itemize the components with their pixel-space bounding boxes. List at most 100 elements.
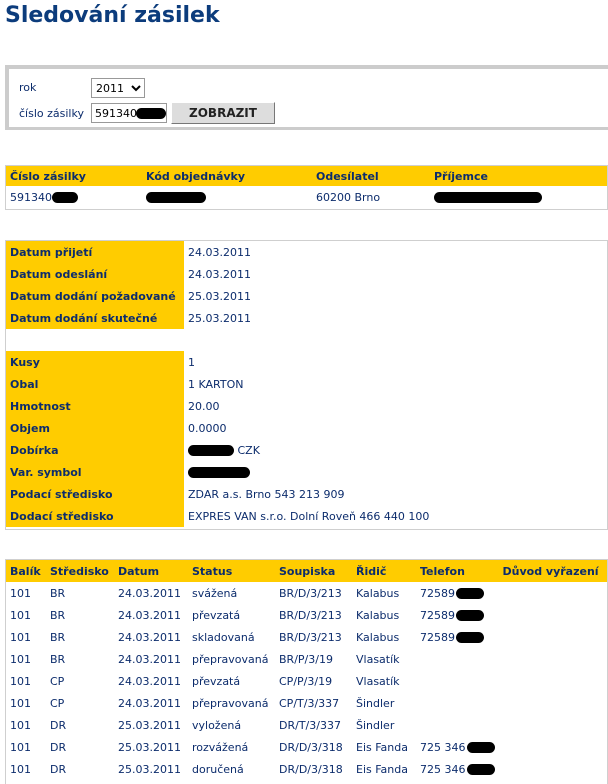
list-cell: BR/D/3/213 — [275, 604, 352, 626]
summary-panel: Číslo zásilky Kód objednávky Odesílatel … — [5, 165, 608, 210]
detail-row: Kusy 1 — [6, 351, 607, 373]
parcel-value: 101 — [10, 718, 31, 732]
center-value: CP — [50, 674, 65, 688]
detail-value: 25.03.2011 — [188, 289, 251, 303]
phone-cell — [416, 714, 499, 736]
status-cell: přepravovaná — [188, 648, 275, 670]
parcel-cell: 101 — [6, 736, 46, 758]
redaction — [146, 192, 206, 203]
list-cell: CP/T/3/337 — [275, 692, 352, 714]
detail-row: Podací středisko ZDAR a.s. Brno 543 213 9… — [6, 483, 607, 505]
center-cell: BR — [46, 648, 114, 670]
parcel-cell: 101 — [6, 582, 46, 604]
status-value: skladovaná — [192, 630, 255, 644]
col-center: Středisko — [46, 560, 114, 582]
weight-value: 20.00 — [188, 399, 220, 413]
phone-value: 725 346 — [420, 740, 466, 754]
phone-value: 72589 — [420, 630, 455, 644]
order-code-cell — [142, 186, 312, 208]
date-value: 24.03.2011 — [118, 608, 181, 622]
reason-cell — [499, 692, 608, 714]
reason-cell — [499, 736, 608, 758]
packaging-label: Obal — [6, 373, 184, 395]
date-value: 24.03.2011 — [118, 630, 181, 644]
year-select[interactable]: 2011 — [91, 78, 145, 98]
date-cell: 24.03.2011 — [114, 670, 188, 692]
page-title: Sledování zásilek — [5, 3, 220, 28]
shipment-number-input[interactable]: 591340 — [91, 103, 167, 123]
driver-cell: Kalabus — [352, 604, 416, 626]
phone-cell — [416, 670, 499, 692]
dest-label: Dodací středisko — [6, 505, 184, 527]
driver-cell: Kalabus — [352, 626, 416, 648]
status-value: rozvážená — [192, 740, 249, 754]
driver-value: Vlasatík — [356, 674, 400, 688]
dest-value: EXPRES VAN s.r.o. Dolní Roveň 466 440 10… — [188, 509, 430, 523]
list-cell: DR/T/3/337 — [275, 714, 352, 736]
year-label: rok — [19, 81, 37, 94]
date-value: 24.03.2011 — [118, 586, 181, 600]
list-value: DR/T/3/337 — [279, 718, 341, 732]
col-order-code: Kód objednávky — [142, 166, 312, 186]
table-row: 101 CP 24.03.2011 přepravovaná CP/T/3/337 Šin… — [6, 692, 607, 714]
list-value: DR/D/3/318 — [279, 762, 343, 776]
center-cell: BR — [46, 582, 114, 604]
sender-cell: 60200 Brno — [316, 190, 381, 204]
date-cell: 24.03.2011 — [114, 582, 188, 604]
parcel-value: 101 — [10, 586, 31, 600]
detail-row: Var. symbol — [6, 461, 607, 483]
redaction — [434, 192, 542, 203]
driver-cell: Vlasatík — [352, 670, 416, 692]
table-row: 101 BR 24.03.2011 skladovaná BR/D/3/213 Kalab… — [6, 626, 607, 648]
show-button[interactable]: ZOBRAZIT — [171, 102, 275, 124]
date-value: 25.03.2011 — [118, 718, 181, 732]
col-reason: Důvod vyřazení — [498, 560, 607, 582]
parcel-cell: 101 — [6, 758, 46, 780]
date-value: 24.03.2011 — [118, 652, 181, 666]
center-cell: BR — [46, 604, 114, 626]
phone-cell: 72589 — [416, 626, 499, 648]
col-date: Datum — [114, 560, 188, 582]
parcel-value: 101 — [10, 762, 31, 776]
center-cell: DR — [46, 736, 114, 758]
parcel-cell: 101 — [6, 692, 46, 714]
redaction — [466, 742, 495, 753]
phone-cell: 725 346 — [416, 736, 499, 758]
col-recipient: Příjemce — [430, 166, 607, 186]
col-shipment-number: Číslo zásilky — [6, 166, 142, 186]
pieces-label: Kusy — [6, 351, 184, 373]
status-cell: převzatá — [188, 604, 275, 626]
list-cell: BR/P/3/19 — [275, 648, 352, 670]
varsym-label: Var. symbol — [6, 461, 184, 483]
search-form: rok 2011 číslo zásilky 591340 ZOBRAZIT — [5, 65, 608, 130]
redaction — [466, 764, 495, 775]
center-value: DR — [50, 718, 67, 732]
varsym-value — [184, 461, 607, 483]
status-cell: přepravovaná — [188, 692, 275, 714]
list-cell: BR/D/3/213 — [275, 626, 352, 648]
parcel-value: 101 — [10, 674, 31, 688]
detail-value: 24.03.2011 — [188, 267, 251, 281]
driver-value: Vlasatík — [356, 652, 400, 666]
detail-label: Datum přijetí — [6, 241, 184, 263]
parcel-value: 101 — [10, 652, 31, 666]
detail-row: Objem 0.0000 — [6, 417, 607, 439]
date-cell: 24.03.2011 — [114, 692, 188, 714]
table-row: 101 BR 24.03.2011 svážená BR/D/3/213 Kalabus 7… — [6, 582, 607, 604]
reason-cell — [499, 758, 608, 780]
weight-label: Hmotnost — [6, 395, 184, 417]
shipment-number-value: 591340 — [95, 107, 137, 120]
status-value: vyložená — [192, 718, 242, 732]
summary-row: 591340 60200 Brno — [6, 186, 607, 208]
center-cell: BR — [46, 626, 114, 648]
summary-header-row: Číslo zásilky Kód objednávky Odesílatel … — [6, 166, 607, 186]
shipment-number-cell: 591340 — [6, 186, 142, 208]
redaction — [136, 108, 166, 119]
phone-cell — [416, 648, 499, 670]
date-cell: 24.03.2011 — [114, 604, 188, 626]
phone-value: 72589 — [420, 608, 455, 622]
driver-cell: Eis Fanda — [352, 758, 416, 780]
volume-value: 0.0000 — [188, 421, 227, 435]
status-value: doručená — [192, 762, 244, 776]
status-cell: doručená — [188, 758, 275, 780]
